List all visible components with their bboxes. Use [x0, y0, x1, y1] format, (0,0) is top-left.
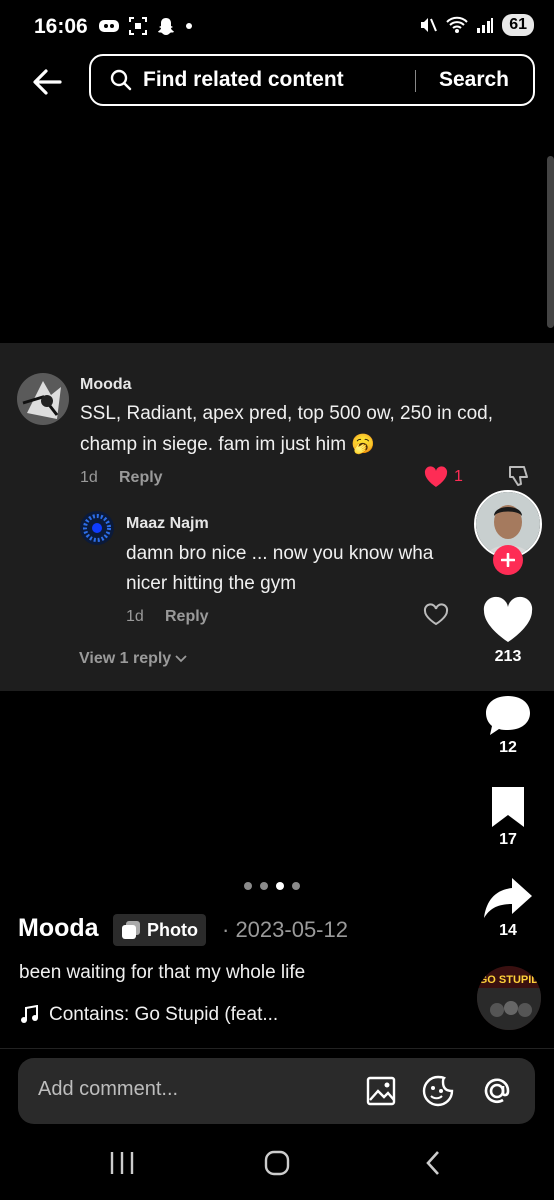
comment-author[interactable]: Mooda [80, 376, 132, 394]
search-input[interactable]: Find related content [143, 68, 344, 92]
battery-indicator: 61 [502, 14, 534, 36]
status-bar: 16:06 61 [0, 0, 554, 56]
back-button[interactable] [28, 60, 68, 104]
heart-icon [483, 596, 533, 642]
page-dot [260, 882, 268, 890]
like-button[interactable]: 213 [478, 596, 538, 666]
wifi-icon [446, 16, 468, 33]
search-bar[interactable]: Find related content Search [89, 54, 535, 106]
view-replies-button[interactable]: View 1 reply [79, 650, 187, 668]
comment-reply-button[interactable]: Reply [119, 469, 163, 487]
photo-badge: Photo [113, 914, 206, 946]
view-replies-label: View 1 reply [79, 650, 172, 667]
back-nav-icon[interactable] [423, 1149, 443, 1177]
page-dot [244, 882, 252, 890]
music-link[interactable]: Contains: Go Stupid (feat... [19, 1004, 278, 1026]
post-author[interactable]: Mooda [18, 914, 99, 943]
follow-button[interactable] [493, 545, 523, 575]
discord-icon [99, 20, 119, 32]
back-arrow-icon [33, 69, 62, 95]
notification-dot-icon [186, 23, 192, 29]
heart-outline-icon [423, 603, 449, 626]
page-dot-active [276, 882, 284, 890]
share-arrow-icon [484, 878, 532, 918]
reply-avatar[interactable] [80, 511, 114, 545]
comment-text: SSL, Radiant, apex pred, top 500 ow, 250… [80, 403, 494, 455]
comment-bubble-icon [486, 696, 530, 735]
like-count: 213 [494, 648, 522, 665]
page-dot [292, 882, 300, 890]
comment-avatar[interactable] [17, 373, 69, 425]
status-time: 16:06 [34, 15, 88, 38]
mute-icon [421, 18, 438, 32]
photo-page-indicator [244, 882, 300, 890]
screenshot-icon [129, 17, 147, 35]
reply-time: 1d [126, 608, 144, 625]
bookmark-icon [492, 787, 524, 827]
save-count: 17 [499, 831, 517, 848]
reply-like-button[interactable] [423, 603, 449, 632]
plus-icon [501, 553, 515, 567]
save-button[interactable]: 17 [478, 785, 538, 849]
heart-filled-icon [424, 466, 448, 487]
comment-like-button[interactable]: 1 [423, 465, 463, 489]
chevron-down-icon [175, 655, 187, 663]
photo-icon [122, 921, 140, 939]
scrollbar[interactable] [547, 156, 554, 328]
home-icon[interactable] [263, 1149, 291, 1177]
search-divider [415, 70, 416, 92]
comment-input[interactable]: Add comment... [38, 1078, 178, 1101]
post-caption: been waiting for that my whole life [19, 962, 306, 983]
reply-reply-button[interactable]: Reply [165, 608, 209, 626]
reply-text-line1: damn bro nice ... now you know wha [126, 543, 434, 564]
divider [0, 1048, 554, 1049]
share-button[interactable]: 14 [478, 876, 538, 940]
recent-apps-icon[interactable] [108, 1150, 136, 1176]
comment-count: 12 [499, 739, 517, 756]
status-icons-left [98, 16, 194, 36]
share-count: 14 [499, 922, 517, 939]
status-icons-right: 61 [418, 14, 534, 36]
music-disc-title: GO STUPID [478, 974, 540, 986]
search-icon [110, 69, 132, 91]
comment-like-count: 1 [454, 468, 463, 485]
signal-icon [477, 18, 494, 33]
reply-author[interactable]: Maaz Najm [126, 515, 209, 533]
music-disc[interactable]: GO STUPID [477, 966, 541, 1030]
mention-icon[interactable] [480, 1074, 514, 1108]
music-title: Contains: Go Stupid (feat... [49, 1004, 279, 1025]
comment-time: 1d [80, 469, 98, 486]
comments-button[interactable]: 12 [478, 693, 538, 757]
reply-text-line2: nicer hitting the gym [126, 573, 297, 594]
photo-badge-label: Photo [147, 919, 198, 940]
music-note-icon [21, 1005, 38, 1023]
post-date: · 2023-05-12 [222, 917, 348, 942]
search-button[interactable]: Search [439, 68, 509, 92]
comment-panel: Mooda SSL, Radiant, apex pred, top 500 o… [0, 343, 554, 691]
image-icon[interactable] [365, 1075, 397, 1107]
thumbs-down-icon [509, 466, 528, 486]
emoji-sticker-icon[interactable] [421, 1074, 455, 1108]
system-nav-bar [0, 1130, 554, 1200]
snapchat-icon [158, 18, 174, 35]
comment-input-bar[interactable]: Add comment... [18, 1058, 535, 1124]
